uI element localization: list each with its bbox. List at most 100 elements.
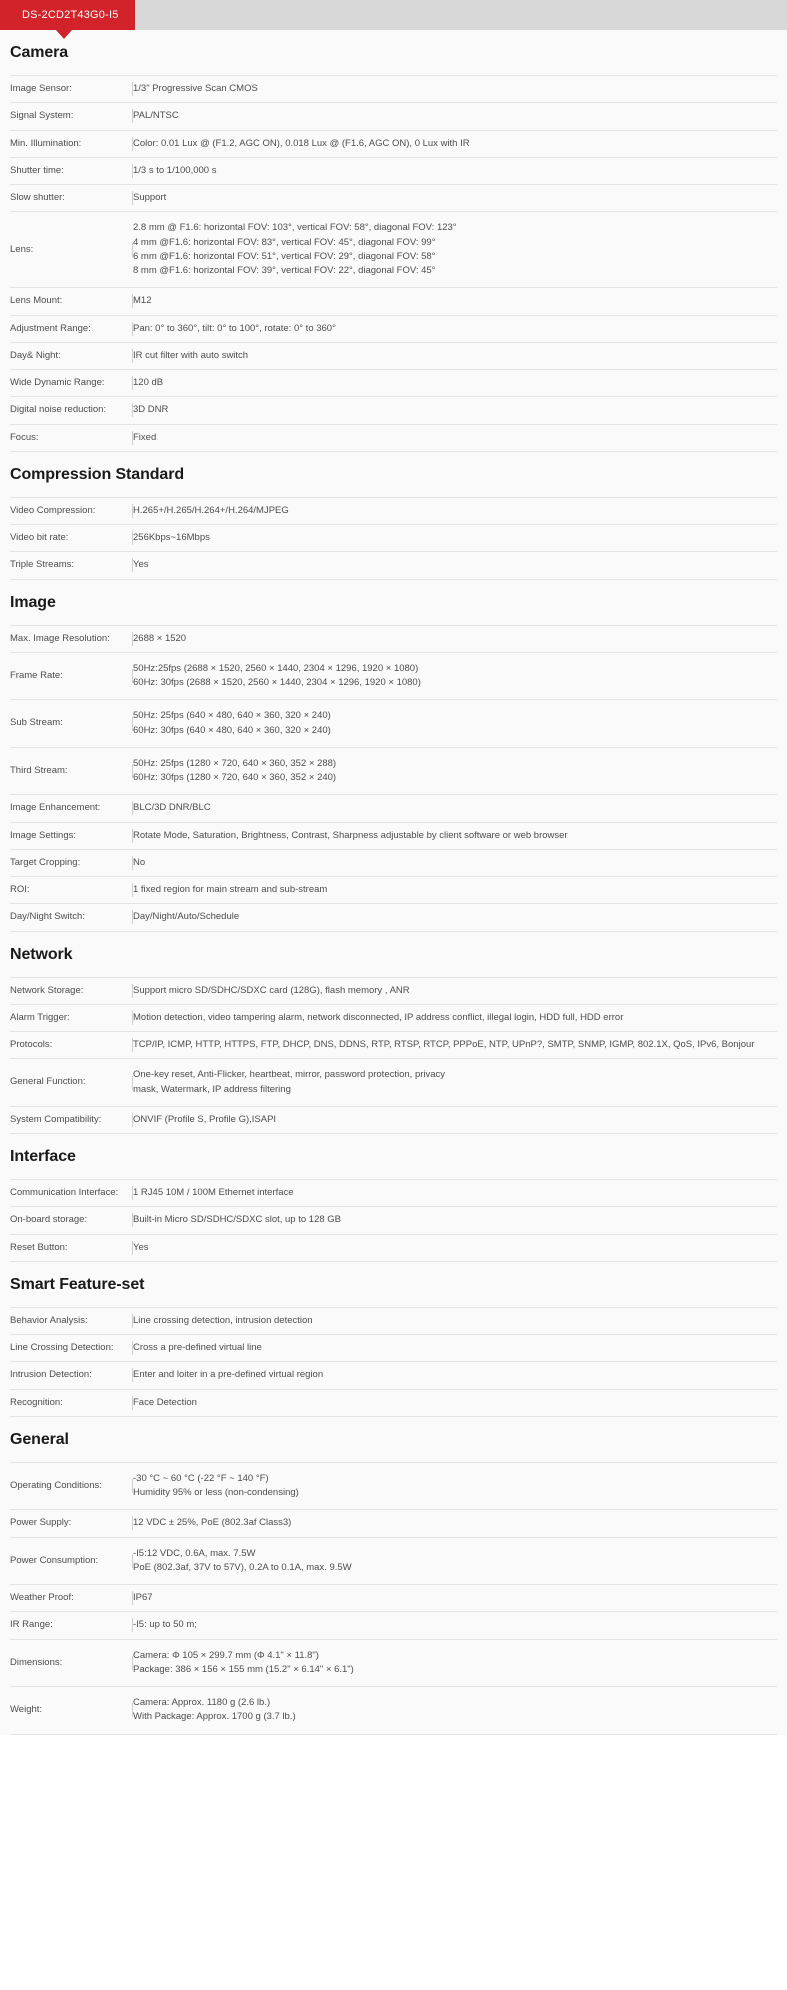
spec-value: Day/Night/Auto/Schedule (133, 911, 240, 923)
table-row: Line Crossing Detection: Cross a pre-defi… (10, 1334, 777, 1362)
spec-key: Slow shutter: (10, 192, 65, 203)
spec-value: 3D DNR (133, 404, 169, 416)
table-row: Slow shutter: Support (10, 184, 777, 212)
spec-value: Cross a pre-defined virtual line (133, 1342, 262, 1353)
table-row: Operating Conditions: -30 °C ~ 60 °C (-22… (10, 1462, 777, 1510)
spec-value: 2688 × 1520 (133, 632, 187, 644)
spec-value: Color: 0.01 Lux @ (F1.2, AGC ON), 0.018 … (133, 137, 470, 149)
table-row: System Compatibility: ONVIF (Profile S, P… (10, 1106, 777, 1134)
spec-value: 2.8 mm @ F1.6: horizontal FOV: 103°, ver… (133, 222, 457, 276)
spec-table: Network Storage: Support micro SD/SDHC/SD… (10, 977, 777, 1135)
spec-key: Day& Night: (10, 349, 61, 361)
spec-value: Support micro SD/SDHC/SDXC card (128G), … (133, 984, 410, 996)
spec-value: Fixed (133, 431, 157, 443)
spec-value: 1/3 s to 1/100,000 s (133, 164, 217, 176)
table-row: Power Consumption: -I5:12 VDC, 0.6A, max.… (10, 1537, 777, 1585)
spec-value: IP67 (133, 1592, 153, 1603)
table-row: Image Settings: Rotate Mode, Saturation, … (10, 822, 777, 849)
spec-key: Focus: (10, 431, 39, 443)
table-row: Video bit rate: 256Kbps~16Mbps (10, 524, 777, 552)
table-row: Power Supply: 12 VDC ± 25%, PoE (802.3af … (10, 1509, 777, 1537)
table-row: Digital noise reduction: 3D DNR (10, 396, 777, 424)
spec-key: Power Consumption: (10, 1554, 99, 1566)
spec-table: Communication Interface: 1 RJ45 10M / 100… (10, 1179, 777, 1262)
spec-key: ROI: (10, 884, 30, 895)
spec-key: System Compatibility: (10, 1113, 102, 1125)
spec-value: Built-in Micro SD/SDHC/SDXC slot, up to … (133, 1214, 342, 1226)
spec-value: Enter and loiter in a pre-defined virtua… (133, 1369, 324, 1381)
spec-value: ONVIF (Profile S, Profile G),ISAPI (133, 1113, 277, 1125)
spec-key: Protocols: (10, 1039, 53, 1050)
spec-key: Network Storage: (10, 984, 84, 996)
section-heading: General (10, 1430, 69, 1448)
spec-key: Digital noise reduction: (10, 404, 107, 416)
table-row: Triple Streams: Yes (10, 551, 777, 579)
spec-table: Image Sensor: 1/3" Progressive Scan CMOS S… (10, 75, 777, 452)
spec-key: Lens Mount: (10, 295, 63, 307)
spec-key: Dimensions: (10, 1656, 63, 1668)
spec-key: Lens: (10, 243, 34, 255)
spec-value: Camera: Φ 105 × 299.7 mm (Φ 4.1" × 11.8"… (133, 1649, 354, 1675)
product-model-tab[interactable]: DS-2CD2T43G0-I5 (0, 0, 135, 30)
spec-value: Line crossing detection, intrusion detec… (133, 1314, 313, 1326)
spec-table: Behavior Analysis: Line crossing detectio… (10, 1307, 777, 1417)
tab-pointer-arrow (56, 30, 72, 39)
spec-value: TCP/IP, ICMP, HTTP, HTTPS, FTP, DHCP, DN… (133, 1039, 755, 1050)
table-row: Communication Interface: 1 RJ45 10M / 100… (10, 1179, 777, 1207)
table-row: Dimensions: Camera: Φ 105 × 299.7 mm (Φ 4… (10, 1639, 777, 1687)
spec-key: Line Crossing Detection: (10, 1342, 114, 1353)
section-heading: Network (10, 945, 73, 963)
spec-value: Yes (133, 1241, 149, 1253)
table-row: ROI: 1 fixed region for main stream and s… (10, 876, 777, 904)
spec-sections: Camera Image Sensor: 1/3" Progressive Scan… (0, 30, 787, 1735)
spec-key: Sub Stream: (10, 717, 63, 729)
spec-value: -I5:12 VDC, 0.6A, max. 7.5W PoE (802.3af… (133, 1547, 352, 1573)
spec-key: Day/Night Switch: (10, 911, 85, 923)
product-tab-bar: DS-2CD2T43G0-I5 (0, 0, 787, 39)
spec-key: Weight: (10, 1704, 43, 1716)
table-row: Shutter time: 1/3 s to 1/100,000 s (10, 157, 777, 184)
table-row: Reset Button: Yes (10, 1234, 777, 1262)
spec-key: Shutter time: (10, 164, 64, 176)
spec-value: Yes (133, 559, 149, 571)
spec-value: 50Hz:25fps (2688 × 1520, 2560 × 1440, 23… (133, 662, 421, 688)
spec-value: 1 fixed region for main stream and sub-s… (133, 884, 328, 895)
spec-key: Communication Interface: (10, 1187, 119, 1198)
spec-value: 1/3" Progressive Scan CMOS (133, 83, 258, 94)
table-row: Image Sensor: 1/3" Progressive Scan CMOS (10, 75, 777, 103)
spec-value: Camera: Approx. 1180 g (2.6 lb.) With Pa… (133, 1697, 296, 1723)
table-row: Lens Mount: M12 (10, 287, 777, 315)
table-row: Day& Night: IR cut filter with auto switc… (10, 342, 777, 369)
spec-table: Operating Conditions: -30 °C ~ 60 °C (-22… (10, 1462, 777, 1735)
spec-key: Alarm Trigger: (10, 1011, 70, 1023)
spec-value: IR cut filter with auto switch (133, 349, 249, 361)
spec-key: Operating Conditions: (10, 1479, 102, 1491)
section-heading: Interface (10, 1148, 76, 1165)
spec-key: Adjustment Range: (10, 322, 91, 334)
section-heading: Camera (10, 44, 69, 61)
spec-value: One-key reset, Anti-Flicker, heartbeat, … (133, 1069, 446, 1095)
spec-key: Intrusion Detection: (10, 1369, 92, 1381)
section-heading: Image (10, 593, 56, 611)
spec-key: On-board storage: (10, 1214, 88, 1226)
spec-key: Behavior Analysis: (10, 1314, 88, 1326)
spec-table: Max. Image Resolution: 2688 × 1520 Frame R… (10, 625, 777, 932)
spec-value: PAL/NTSC (133, 110, 179, 122)
spec-value: Rotate Mode, Saturation, Brightness, Con… (133, 829, 568, 841)
spec-key: Signal System: (10, 110, 74, 122)
table-row: Frame Rate: 50Hz:25fps (2688 × 1520, 2560… (10, 652, 777, 700)
table-row: Target Cropping: No (10, 849, 777, 876)
section-heading: Compression Standard (10, 465, 185, 483)
table-row: Weight: Camera: Approx. 1180 g (2.6 lb.) … (10, 1686, 777, 1734)
spec-value: Pan: 0° to 360°, tilt: 0° to 100°, rotat… (133, 322, 336, 334)
spec-value: 50Hz: 25fps (640 × 480, 640 × 360, 320 ×… (133, 710, 331, 736)
table-row: Lens: 2.8 mm @ F1.6: horizontal FOV: 103°… (10, 211, 777, 288)
spec-table: Video Compression: H.265+/H.265/H.264+/H.… (10, 497, 777, 580)
table-row: Focus: Fixed (10, 424, 777, 452)
spec-value: Motion detection, video tampering alarm,… (133, 1011, 624, 1023)
spec-key: Image Sensor: (10, 83, 72, 94)
spec-key: Max. Image Resolution: (10, 632, 110, 644)
table-row: General Function: One-key reset, Anti-Fli… (10, 1058, 777, 1107)
spec-key: Image Settings: (10, 829, 77, 841)
spec-value: 50Hz: 25fps (1280 × 720, 640 × 360, 352 … (133, 757, 337, 783)
